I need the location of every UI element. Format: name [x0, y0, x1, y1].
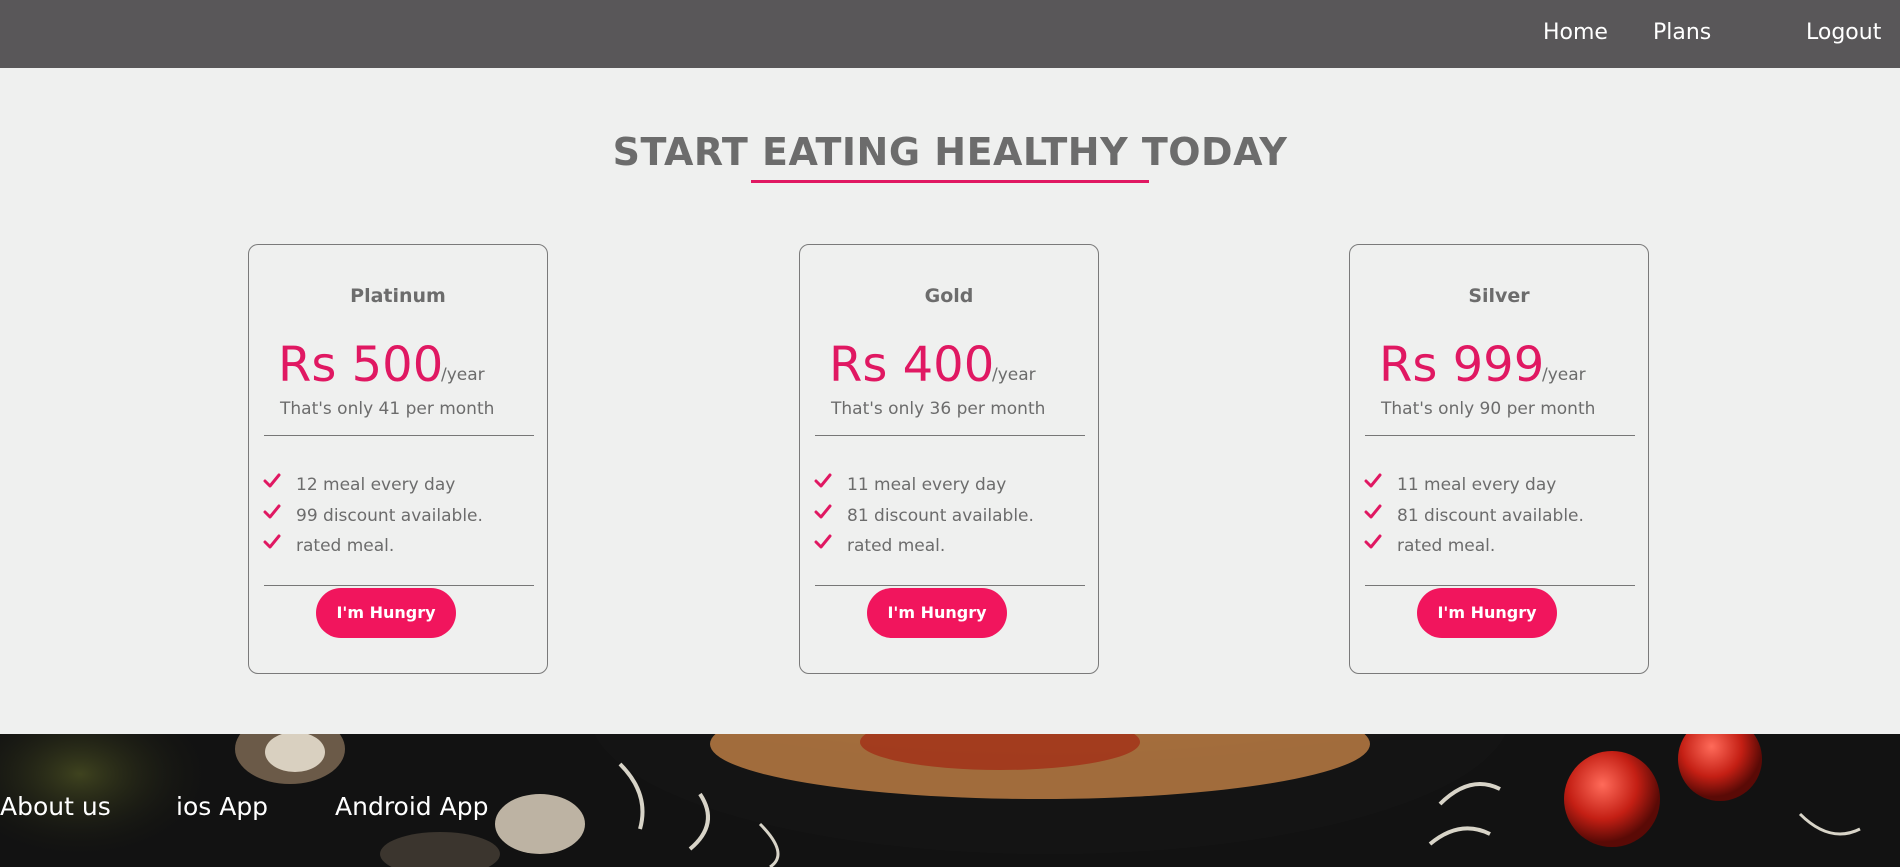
nav-link-plans[interactable]: Plans: [1653, 20, 1711, 45]
plan-price: Rs 999: [1379, 337, 1545, 393]
footer-food-background: [0, 734, 1900, 867]
check-icon: [1364, 504, 1382, 519]
feature-text: 11 meal every day: [847, 475, 1007, 495]
im-hungry-button[interactable]: I'm Hungry: [1417, 588, 1557, 638]
plan-monthly-note: That's only 90 per month: [1381, 399, 1596, 419]
section-title: START EATING HEALTHY TODAY: [612, 130, 1288, 174]
footer-link-android-app[interactable]: Android App: [335, 792, 488, 821]
plan-price: Rs 400: [829, 337, 995, 393]
plan-name: Gold: [924, 285, 974, 307]
plan-name: Platinum: [350, 285, 446, 307]
card-divider: [815, 435, 1085, 436]
feature-text: 12 meal every day: [296, 475, 456, 495]
pricing-section: START EATING HEALTHY TODAY Platinum Rs 5…: [0, 68, 1900, 734]
title-underline: [751, 180, 1149, 183]
plan-monthly-note: That's only 36 per month: [831, 399, 1046, 419]
card-divider: [1365, 435, 1635, 436]
footer-link-about-us[interactable]: About us: [0, 792, 111, 821]
check-icon: [263, 534, 281, 549]
plan-price: Rs 500: [278, 337, 444, 393]
nav-link-home[interactable]: Home: [1543, 20, 1608, 45]
feature-text: 11 meal every day: [1397, 475, 1557, 495]
plan-period: /year: [441, 365, 485, 385]
check-icon: [263, 473, 281, 488]
card-divider: [1365, 585, 1635, 586]
check-icon: [263, 504, 281, 519]
plan-monthly-note: That's only 41 per month: [280, 399, 495, 419]
plan-period: /year: [992, 365, 1036, 385]
im-hungry-button[interactable]: I'm Hungry: [316, 588, 456, 638]
nav-link-logout[interactable]: Logout: [1806, 20, 1881, 45]
feature-text: 99 discount available.: [296, 506, 483, 526]
check-icon: [1364, 473, 1382, 488]
check-icon: [814, 534, 832, 549]
im-hungry-button[interactable]: I'm Hungry: [867, 588, 1007, 638]
top-nav: Home Plans Logout: [0, 0, 1900, 68]
feature-text: rated meal.: [847, 536, 946, 556]
footer: About us ios App Android App: [0, 734, 1900, 867]
feature-text: 81 discount available.: [1397, 506, 1584, 526]
plan-period: /year: [1542, 365, 1586, 385]
plan-card-silver: Silver Rs 999 /year That's only 90 per m…: [1349, 244, 1649, 674]
check-icon: [814, 473, 832, 488]
plan-card-gold: Gold Rs 400 /year That's only 36 per mon…: [799, 244, 1099, 674]
plan-name: Silver: [1468, 285, 1530, 307]
footer-link-ios-app[interactable]: ios App: [176, 792, 268, 821]
check-icon: [1364, 534, 1382, 549]
card-divider: [264, 435, 534, 436]
check-icon: [814, 504, 832, 519]
feature-text: rated meal.: [296, 536, 395, 556]
feature-text: rated meal.: [1397, 536, 1496, 556]
card-divider: [815, 585, 1085, 586]
card-divider: [264, 585, 534, 586]
plan-card-platinum: Platinum Rs 500 /year That's only 41 per…: [248, 244, 548, 674]
feature-text: 81 discount available.: [847, 506, 1034, 526]
